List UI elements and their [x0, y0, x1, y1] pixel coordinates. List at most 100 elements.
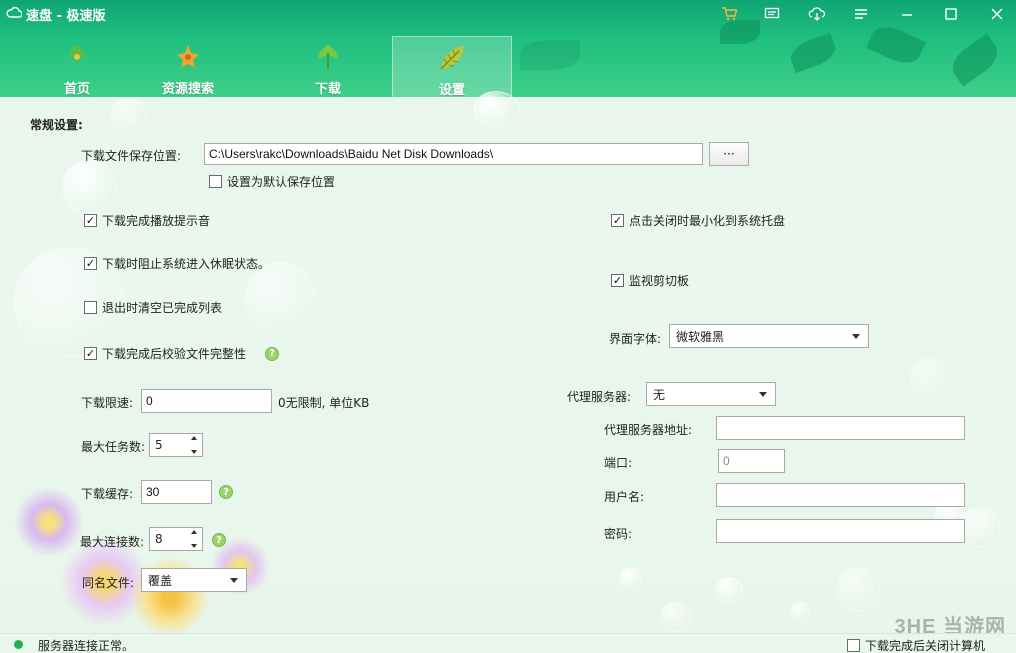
up-arrow-icon[interactable] [191, 530, 197, 534]
set-default-checkbox[interactable]: 设置为默认保存位置 [209, 173, 335, 190]
minimize-to-tray-checkbox[interactable]: ✓ 点击关闭时最小化到系统托盘 [611, 212, 785, 229]
bubble-decoration [660, 602, 690, 632]
checkbox-box[interactable] [209, 175, 222, 188]
status-dot-icon [14, 640, 23, 649]
play-sound-label: 下载完成播放提示音 [102, 214, 211, 228]
checkbox-box[interactable]: ✓ [84, 214, 97, 227]
same-name-select[interactable]: 覆盖 [141, 568, 247, 592]
bubble-decoration [836, 567, 880, 611]
settings-panel: 常规设置: 下载文件保存位置: ··· 设置为默认保存位置 ✓ 下载完成播放提示… [0, 91, 1016, 637]
port-label: 端口: [604, 456, 633, 470]
monitor-clipboard-checkbox[interactable]: ✓ 监视剪切板 [611, 272, 689, 289]
clear-on-exit-label: 退出时清空已完成列表 [102, 301, 223, 315]
checkbox-box[interactable]: ✓ [84, 257, 97, 270]
save-path-input[interactable] [204, 143, 703, 165]
max-conn-stepper[interactable]: 8 [149, 527, 203, 551]
speed-limit-hint: 0无限制, 单位KB [278, 396, 370, 410]
shutdown-label: 下载完成后关闭计算机 [865, 639, 986, 653]
down-arrow-icon[interactable] [191, 544, 197, 548]
cart-icon[interactable] [716, 3, 742, 25]
bubble-decoration [473, 91, 519, 127]
checkbox-box[interactable] [847, 639, 860, 652]
tab-settings[interactable]: 设置 [392, 36, 512, 97]
max-tasks-label: 最大任务数: [81, 440, 146, 454]
minimize-to-tray-label: 点击关闭时最小化到系统托盘 [629, 214, 786, 228]
leaf-decoration [786, 32, 840, 74]
cloud-icon [6, 6, 23, 22]
help-icon[interactable]: ? [219, 485, 233, 499]
ui-font-label: 界面字体: [609, 332, 662, 346]
down-arrow-icon[interactable] [191, 450, 197, 454]
leaf-orange-icon [173, 42, 203, 72]
stepper-arrows[interactable] [188, 530, 200, 548]
leaf-yellow-icon [437, 43, 467, 73]
shutdown-checkbox[interactable]: 下载完成后关闭计算机 [847, 637, 985, 653]
cloud-sync-icon[interactable] [804, 3, 830, 25]
bubble-decoration [910, 357, 950, 397]
bubble-decoration [110, 97, 146, 133]
bubble-decoration [62, 160, 116, 214]
play-sound-checkbox[interactable]: ✓ 下载完成播放提示音 [84, 212, 210, 229]
leaf-decoration [866, 20, 926, 70]
proxy-value: 无 [653, 387, 666, 402]
cache-label: 下载缓存: [81, 487, 134, 501]
max-tasks-stepper[interactable]: 5 [149, 433, 203, 457]
help-icon[interactable]: ? [265, 346, 280, 361]
save-path-label: 下载文件保存位置: [81, 149, 182, 163]
maximize-icon[interactable] [938, 3, 964, 25]
username-input[interactable] [716, 483, 965, 507]
port-input[interactable] [718, 449, 785, 473]
title-nav-bar: 速盘 - 极速版 首页 资源搜索 下载 设置 [0, 0, 1016, 97]
message-icon[interactable] [759, 3, 785, 25]
tab-download-label: 下载 [314, 82, 341, 97]
bubble-decoration [245, 262, 315, 332]
proxy-select[interactable]: 无 [646, 382, 776, 406]
up-arrow-icon[interactable] [191, 436, 197, 440]
cache-input[interactable] [141, 480, 212, 504]
tab-settings-label: 设置 [438, 83, 465, 97]
status-text: 服务器连接正常。 [38, 639, 135, 653]
ui-font-select[interactable]: 微软雅黑 [669, 324, 869, 348]
help-icon[interactable]: ? [212, 533, 226, 547]
stepper-arrows[interactable] [188, 436, 200, 454]
tab-download[interactable]: 下载 [268, 36, 388, 97]
username-label: 用户名: [604, 490, 645, 504]
browse-button[interactable]: ··· [709, 142, 749, 166]
proxy-address-input[interactable] [716, 416, 965, 440]
menu-icon[interactable] [848, 3, 874, 25]
proxy-address-label: 代理服务器地址: [604, 423, 693, 437]
max-tasks-value: 5 [155, 438, 163, 452]
app-title: 速盘 - 极速版 [6, 6, 106, 24]
app-title-text: 速盘 - 极速版 [26, 8, 106, 24]
clear-on-exit-checkbox[interactable]: 退出时清空已完成列表 [84, 299, 222, 316]
status-bar: 服务器连接正常。 下载完成后关闭计算机 [0, 633, 1016, 653]
monitor-clipboard-label: 监视剪切板 [629, 274, 690, 288]
checkbox-box[interactable]: ✓ [611, 274, 624, 287]
close-icon[interactable] [984, 3, 1010, 25]
verify-integrity-checkbox[interactable]: ✓ 下载完成后校验文件完整性 ? [84, 345, 280, 362]
leaf-green-icon [62, 42, 92, 72]
max-conn-label: 最大连接数: [80, 535, 145, 549]
set-default-label: 设置为默认保存位置 [227, 175, 336, 189]
checkbox-box[interactable] [84, 301, 97, 314]
checkbox-box[interactable]: ✓ [611, 214, 624, 227]
prevent-sleep-checkbox[interactable]: ✓ 下载时阻止系统进入休眠状态。 [84, 255, 270, 272]
minimize-icon[interactable] [894, 3, 920, 25]
tab-home[interactable]: 首页 [17, 36, 137, 97]
prevent-sleep-label: 下载时阻止系统进入休眠状态。 [102, 257, 271, 271]
speed-limit-label: 下载限速: [81, 396, 134, 410]
password-label: 密码: [604, 527, 633, 541]
same-name-value: 覆盖 [148, 573, 173, 588]
flower-decoration [14, 487, 84, 557]
bubble-decoration [620, 567, 642, 589]
same-name-label: 同名文件: [82, 576, 135, 590]
password-input[interactable] [716, 519, 965, 543]
chevron-down-icon [759, 392, 767, 397]
verify-integrity-label: 下载完成后校验文件完整性 [102, 347, 247, 361]
tab-resource-search[interactable]: 资源搜索 [128, 36, 248, 97]
proxy-label: 代理服务器: [567, 390, 632, 404]
tab-home-label: 首页 [63, 82, 90, 97]
speed-limit-input[interactable] [141, 389, 272, 413]
chevron-down-icon [852, 334, 860, 339]
checkbox-box[interactable]: ✓ [84, 347, 97, 360]
